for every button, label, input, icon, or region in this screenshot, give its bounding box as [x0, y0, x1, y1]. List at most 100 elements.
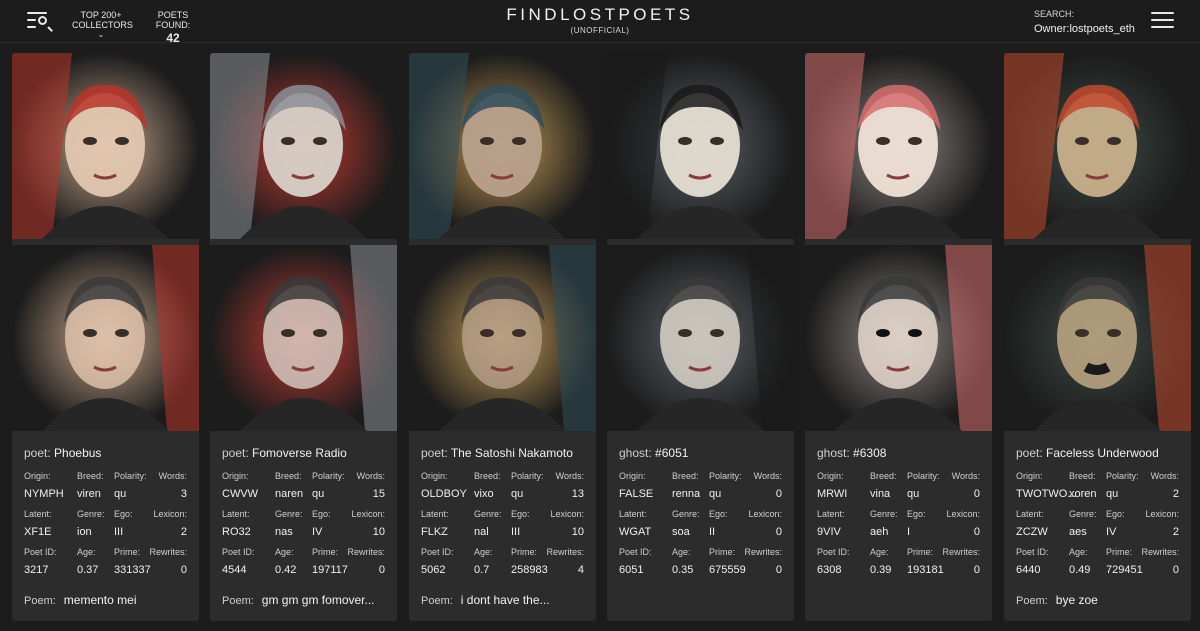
- poet-ai-portrait-image[interactable]: [1004, 245, 1191, 431]
- search-display[interactable]: SEARCH: Owner:lostpoets_eth: [1034, 9, 1144, 36]
- poet-card[interactable]: poet: Phoebus Origin: NYMPH Breed: viren Pola…: [12, 53, 199, 621]
- poet-card[interactable]: ghost: #6308 Origin: MRWI Breed: vina Polarit…: [805, 53, 992, 621]
- attr-value: ZCZW: [1016, 526, 1048, 538]
- attr-value: qu: [1106, 488, 1119, 500]
- attr-genre: Genre: soa: [672, 509, 700, 539]
- attr-value: nas: [275, 526, 293, 538]
- poet-attribute-row: Poet ID: 6308 Age: 0.39 Prime: 193181 Rewrites…: [817, 547, 980, 577]
- poet-card[interactable]: ghost: #6051 Origin: FALSE Breed: renna Polar…: [607, 53, 794, 621]
- attr-rewrites: Rewrites: 4: [546, 547, 584, 577]
- attr-value: CWVW: [222, 488, 259, 500]
- poet-ai-portrait-image[interactable]: [409, 245, 596, 431]
- attr-value: 729451: [1106, 564, 1143, 576]
- attr-value: WGAT: [619, 526, 652, 538]
- attr-value: 0: [775, 564, 782, 576]
- attr-label: Breed:: [275, 471, 302, 481]
- attr-label: Polarity:: [1106, 471, 1139, 481]
- attr-label: Breed:: [870, 471, 897, 481]
- poet-ai-portrait-image[interactable]: [607, 245, 794, 431]
- poet-portrait-image[interactable]: [210, 53, 397, 239]
- poet-kind-label: poet:: [421, 446, 448, 460]
- poet-ai-portrait-image[interactable]: [12, 245, 199, 431]
- collectors-label-line1: TOP 200+: [80, 10, 122, 20]
- poet-attribute-row: Origin: MRWI Breed: vina Polarity: qu Words: 0: [817, 471, 980, 501]
- attr-label: Poet ID:: [817, 547, 850, 557]
- attr-value: I: [907, 526, 911, 538]
- poet-kind-label: ghost:: [817, 446, 850, 460]
- attr-rewrites: Rewrites: 0: [942, 547, 980, 577]
- attr-label: Breed:: [1069, 471, 1096, 481]
- poet-ai-portrait-image[interactable]: [210, 245, 397, 431]
- attr-label: Prime:: [312, 547, 339, 557]
- poet-poem: Poem: memento mei: [24, 593, 137, 608]
- attr-value: 0: [1172, 564, 1179, 576]
- attr-label: Origin:: [222, 471, 249, 481]
- attr-label: Rewrites:: [149, 547, 187, 557]
- poet-card[interactable]: poet: Faceless Underwood Origin: TWOTWO...…: [1004, 53, 1191, 621]
- attr-polarity: Polarity: qu: [114, 471, 147, 501]
- attr-genre: Genre: aes: [1069, 509, 1097, 539]
- attr-value: 0.7: [474, 564, 490, 576]
- attr-age: Age: 0.42: [275, 547, 296, 577]
- attr-age: Age: 0.37: [77, 547, 98, 577]
- attr-label: Latent:: [817, 509, 845, 519]
- poet-poem: Poem: gm gm gm fomover...: [222, 593, 375, 608]
- poet-attribute-row: Poet ID: 4544 Age: 0.42 Prime: 197117 Rewrites…: [222, 547, 385, 577]
- attr-label: Ego:: [907, 509, 926, 519]
- attr-value: qu: [114, 488, 127, 500]
- poet-portrait-image[interactable]: [805, 53, 992, 239]
- attr-value: 0.39: [870, 564, 892, 576]
- poet-portrait-image[interactable]: [1004, 53, 1191, 239]
- attr-poet-id: Poet ID: 3217: [24, 547, 57, 577]
- attr-value: 2: [1172, 488, 1179, 500]
- attr-label: Latent:: [222, 509, 250, 519]
- site-brand[interactable]: FINDLOSTPOETS (UNOFFICIAL): [400, 6, 800, 36]
- poet-card[interactable]: poet: The Satoshi Nakamoto Origin: OLDBOY B…: [409, 53, 596, 621]
- attr-ego: Ego: II: [709, 509, 728, 539]
- attr-age: Age: 0.49: [1069, 547, 1090, 577]
- poet-attribute-row: Poet ID: 6051 Age: 0.35 Prime: 675559 Rewrites…: [619, 547, 782, 577]
- attr-label: Breed:: [672, 471, 699, 481]
- attr-origin: Origin: NYMPH: [24, 471, 64, 501]
- poet-card[interactable]: poet: Fomoverse Radio Origin: CWVW Breed: na…: [210, 53, 397, 621]
- attr-label: Lexicon:: [946, 509, 980, 519]
- poet-portrait-image[interactable]: [607, 53, 794, 239]
- hamburger-menu-icon[interactable]: [1151, 11, 1174, 29]
- attr-label: Age:: [275, 547, 294, 557]
- attr-label: Rewrites:: [546, 547, 584, 557]
- poet-portrait-image[interactable]: [409, 53, 596, 239]
- attr-polarity: Polarity: qu: [511, 471, 544, 501]
- poet-kind-label: poet:: [222, 446, 249, 460]
- attr-genre: Genre: ion: [77, 509, 105, 539]
- attr-label: Prime:: [709, 547, 736, 557]
- attr-value: NYMPH: [24, 488, 64, 500]
- attr-age: Age: 0.39: [870, 547, 891, 577]
- attr-ego: Ego: III: [511, 509, 530, 539]
- poet-name: Faceless Underwood: [1046, 446, 1159, 460]
- attr-label: Ego:: [1106, 509, 1125, 519]
- attr-value: FALSE: [619, 488, 654, 500]
- attr-label: Latent:: [619, 509, 647, 519]
- attr-words: Words: 3: [159, 471, 187, 501]
- top-collectors-dropdown[interactable]: TOP 200+ COLLECTORS ⌄: [72, 10, 133, 39]
- attr-value: nal: [474, 526, 489, 538]
- attr-latent: Latent: ZCZW: [1016, 509, 1048, 539]
- attr-value: 258983: [511, 564, 548, 576]
- brand-title: FINDLOSTPOETS: [506, 5, 694, 24]
- poet-attribute-row: Latent: XF1E Genre: ion Ego: III Lexicon: 2: [24, 509, 187, 539]
- attr-value: 2: [1172, 526, 1179, 538]
- attr-label: Polarity:: [709, 471, 742, 481]
- attr-value: 3217: [24, 564, 49, 576]
- attr-origin: Origin: MRWI: [817, 471, 847, 501]
- poet-kind-label: ghost:: [619, 446, 652, 460]
- attr-value: 0: [973, 488, 980, 500]
- attr-value: 6440: [1016, 564, 1041, 576]
- top-bar: TOP 200+ COLLECTORS ⌄ POETS FOUND: 42 FI…: [0, 0, 1200, 45]
- poet-name: Fomoverse Radio: [252, 446, 347, 460]
- filter-menu-icon[interactable]: [27, 10, 53, 30]
- attr-value: qu: [312, 488, 325, 500]
- attr-label: Breed:: [474, 471, 501, 481]
- attr-value: ion: [77, 526, 92, 538]
- poet-portrait-image[interactable]: [12, 53, 199, 239]
- poet-ai-portrait-image[interactable]: [805, 245, 992, 431]
